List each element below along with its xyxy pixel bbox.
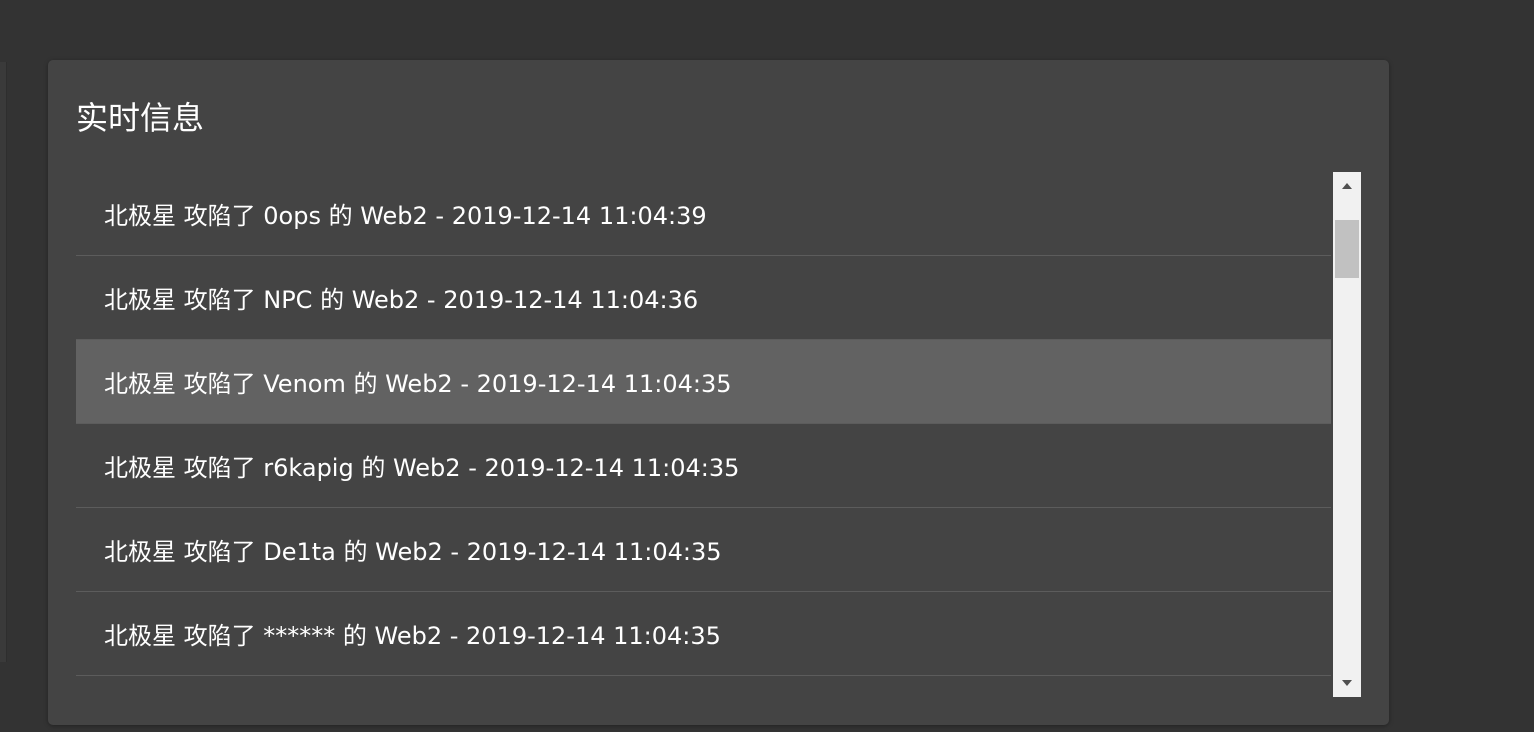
left-panel-edge [0,62,7,662]
feed-item-partial[interactable] [76,676,1331,697]
feed-item[interactable]: 北极星 攻陷了 De1ta 的 Web2 - 2019-12-14 11:04:… [76,508,1331,592]
feed-list-viewport[interactable]: 北极星 攻陷了 0ops 的 Web2 - 2019-12-14 11:04:3… [76,172,1361,697]
scroll-up-button[interactable] [1333,172,1361,200]
feed-list: 北极星 攻陷了 0ops 的 Web2 - 2019-12-14 11:04:3… [76,172,1331,697]
panel-title: 实时信息 [76,99,205,137]
realtime-info-panel: 实时信息 北极星 攻陷了 0ops 的 Web2 - 2019-12-14 11… [48,60,1389,725]
feed-item[interactable]: 北极星 攻陷了 0ops 的 Web2 - 2019-12-14 11:04:3… [76,172,1331,256]
feed-item[interactable]: 北极星 攻陷了 NPC 的 Web2 - 2019-12-14 11:04:36 [76,256,1331,340]
feed-item-hovered[interactable]: 北极星 攻陷了 Venom 的 Web2 - 2019-12-14 11:04:… [76,340,1331,424]
triangle-up-icon [1342,183,1352,189]
feed-scrollbar[interactable] [1333,172,1361,697]
scroll-thumb[interactable] [1335,220,1359,278]
triangle-down-icon [1342,680,1352,686]
feed-item[interactable]: 北极星 攻陷了 ****** 的 Web2 - 2019-12-14 11:04… [76,592,1331,676]
feed-item[interactable]: 北极星 攻陷了 r6kapig 的 Web2 - 2019-12-14 11:0… [76,424,1331,508]
scroll-down-button[interactable] [1333,669,1361,697]
